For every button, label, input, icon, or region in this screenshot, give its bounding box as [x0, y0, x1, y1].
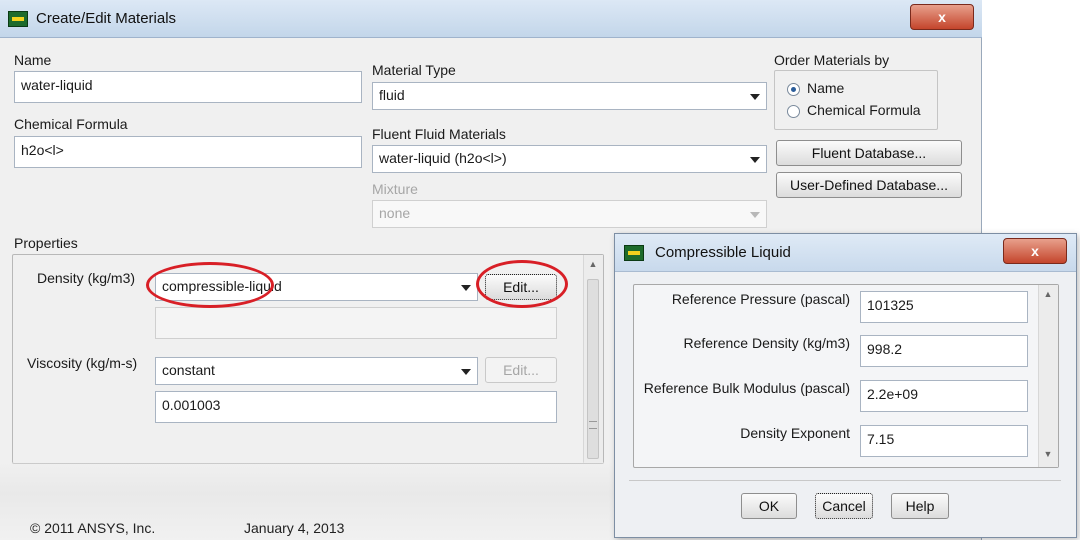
- compressible-liquid-dialog: Compressible Liquid x Reference Pressure…: [614, 233, 1077, 538]
- viscosity-value-input[interactable]: 0.001003: [155, 391, 557, 423]
- chemical-formula-input[interactable]: h2o<l>: [14, 136, 362, 168]
- viscosity-edit-button: Edit...: [485, 357, 557, 383]
- properties-label: Properties: [14, 235, 78, 251]
- user-defined-database-button[interactable]: User-Defined Database...: [776, 172, 962, 198]
- dialog-titlebar: Compressible Liquid x: [615, 234, 1076, 272]
- density-method-highlight: [146, 262, 274, 308]
- scroll-down-icon[interactable]: ▼: [1039, 449, 1057, 459]
- main-titlebar: Create/Edit Materials x: [0, 0, 982, 38]
- material-type-value: fluid: [379, 87, 405, 103]
- footer-band: © 2011 ANSYS, Inc. January 4, 2013: [0, 462, 614, 540]
- chevron-down-icon: [750, 94, 760, 100]
- copyright-text: © 2011 ANSYS, Inc.: [30, 520, 156, 536]
- dialog-params-panel: Reference Pressure (pascal) 101325 Refer…: [633, 284, 1059, 468]
- dialog-scrollbar[interactable]: ▲ ▼: [1038, 285, 1058, 467]
- order-materials-by-label: Order Materials by: [774, 52, 890, 68]
- reference-pressure-input[interactable]: 101325: [860, 291, 1028, 323]
- reference-density-input[interactable]: 998.2: [860, 335, 1028, 367]
- close-icon: x: [1031, 243, 1039, 259]
- reference-pressure-label: Reference Pressure (pascal): [671, 291, 850, 307]
- scroll-up-icon[interactable]: ▲: [584, 259, 602, 269]
- scroll-up-icon[interactable]: ▲: [1039, 289, 1057, 299]
- reference-bulk-modulus-label: Reference Bulk Modulus (pascal): [643, 380, 850, 396]
- grip-icon: [589, 421, 597, 429]
- fluent-fluid-materials-dropdown[interactable]: water-liquid (h2o<l>): [372, 145, 767, 173]
- fluent-database-button[interactable]: Fluent Database...: [776, 140, 962, 166]
- close-icon: x: [938, 9, 946, 25]
- density-label: Density (kg/m3): [37, 270, 136, 286]
- footer-date: January 4, 2013: [244, 520, 345, 536]
- ok-button[interactable]: OK: [741, 493, 797, 519]
- material-type-label: Material Type: [372, 62, 456, 78]
- dialog-divider: [629, 480, 1061, 481]
- dialog-title: Compressible Liquid: [655, 244, 791, 261]
- viscosity-method-value: constant: [162, 362, 215, 378]
- chevron-down-icon: [750, 157, 760, 163]
- order-by-chemical-formula-radio[interactable]: [787, 105, 800, 118]
- order-by-name-label: Name: [807, 80, 845, 96]
- density-exponent-label: Density Exponent: [740, 425, 850, 441]
- app-icon: [624, 245, 644, 261]
- name-label: Name: [14, 52, 52, 68]
- chemical-formula-label: Chemical Formula: [14, 116, 128, 132]
- properties-scrollbar[interactable]: ▲: [583, 255, 603, 463]
- scrollbar-thumb[interactable]: [587, 279, 599, 459]
- fluent-fluid-materials-label: Fluent Fluid Materials: [372, 126, 506, 142]
- order-materials-by-group: Name Chemical Formula: [774, 70, 938, 130]
- chevron-down-icon: [461, 285, 471, 291]
- window-title: Create/Edit Materials: [36, 10, 177, 27]
- close-button[interactable]: x: [910, 4, 974, 30]
- chevron-down-icon: [750, 212, 760, 218]
- dialog-close-button[interactable]: x: [1003, 238, 1067, 264]
- mixture-dropdown: none: [372, 200, 767, 228]
- viscosity-label: Viscosity (kg/m-s): [27, 355, 138, 371]
- density-exponent-input[interactable]: 7.15: [860, 425, 1028, 457]
- density-value-field: [155, 307, 557, 339]
- reference-bulk-modulus-input[interactable]: 2.2e+09: [860, 380, 1028, 412]
- chevron-down-icon: [461, 369, 471, 375]
- reference-density-label: Reference Density (kg/m3): [683, 335, 850, 351]
- cancel-button[interactable]: Cancel: [815, 493, 873, 519]
- material-type-dropdown[interactable]: fluid: [372, 82, 767, 110]
- order-by-chemical-formula-label: Chemical Formula: [807, 102, 921, 118]
- mixture-value: none: [379, 205, 411, 221]
- viscosity-method-dropdown[interactable]: constant: [155, 357, 478, 385]
- fluent-fluid-materials-value: water-liquid (h2o<l>): [379, 150, 507, 166]
- help-button[interactable]: Help: [891, 493, 949, 519]
- order-by-name-radio[interactable]: [787, 83, 800, 96]
- edit-button-highlight: [476, 260, 568, 308]
- mixture-label: Mixture: [372, 181, 418, 197]
- app-icon: [8, 11, 28, 27]
- name-input[interactable]: water-liquid: [14, 71, 362, 103]
